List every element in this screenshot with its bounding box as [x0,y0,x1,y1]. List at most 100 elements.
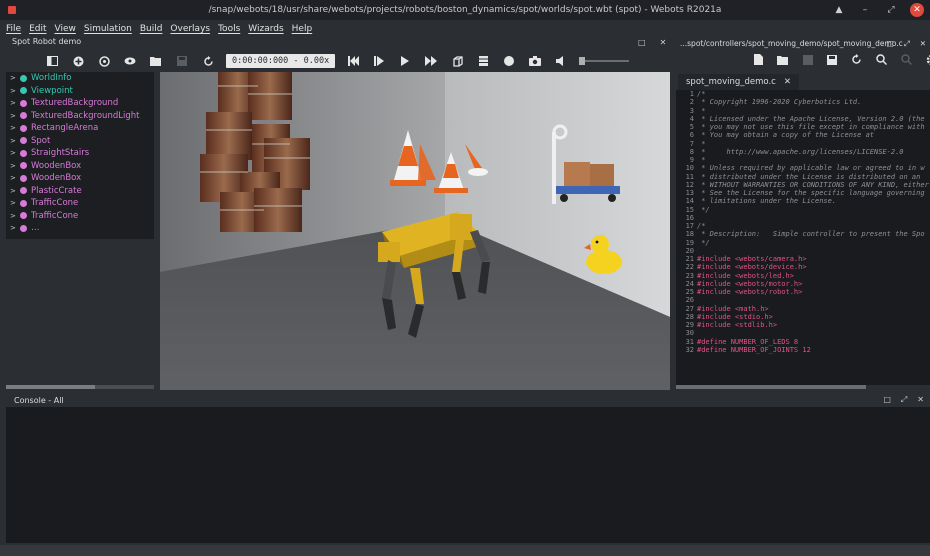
console-output[interactable] [6,407,930,543]
revert-icon[interactable] [851,54,862,68]
expand-arrow-icon[interactable]: > [10,137,18,145]
console-close-button[interactable]: ✕ [917,395,924,405]
expand-arrow-icon[interactable]: > [10,224,18,232]
scene-tree-item[interactable]: > Spot [6,135,154,148]
toggle-scene-tree-icon[interactable] [44,53,60,69]
scene-tree-item[interactable]: > WoodenBox [6,172,154,185]
menu-edit[interactable]: Edit [29,24,46,34]
add-node-icon[interactable] [70,53,86,69]
expand-arrow-icon[interactable]: > [10,112,18,120]
editor-hscrollbar[interactable] [676,385,930,389]
line-number: 14 [685,197,694,206]
scene-tree-item[interactable]: >… [6,222,154,235]
scene-tree-item[interactable]: > TexturedBackground [6,97,154,110]
expand-arrow-icon[interactable]: > [10,162,18,170]
menu-wizards[interactable]: Wizards [248,24,283,34]
open-world-icon[interactable] [148,53,164,69]
line-number: 7 [689,139,694,148]
scene-tree-item[interactable]: > TrafficCone [6,210,154,223]
editor-float-button[interactable]: □ [887,39,894,49]
play-icon[interactable] [397,53,413,69]
node-dot-icon [20,74,27,82]
editor-maximize-button[interactable]: ⤢ [904,39,910,49]
record-icon[interactable] [501,53,517,69]
reset-simulation-icon[interactable] [345,53,361,69]
expand-arrow-icon[interactable]: > [10,187,18,195]
expand-arrow-icon[interactable]: > [10,99,18,107]
line-number: 20 [685,246,694,255]
menu-tools[interactable]: Tools [218,24,240,34]
scene-tree[interactable]: > WorldInfo > Viewpoint > TexturedBackground >… [6,72,154,239]
code-text: * See the License for the specific langu… [697,189,925,197]
scene-tree-item-label: Spot [31,135,51,146]
scene-tree-item-label: RectangleArena [31,123,99,134]
scene-tree-scrollbar[interactable] [6,385,154,389]
open-file-icon[interactable] [777,55,789,68]
menu-overlays[interactable]: Overlays [170,24,210,34]
scene-tree-item[interactable]: > Viewpoint [6,85,154,98]
projection-icon[interactable] [449,53,465,69]
expand-arrow-icon[interactable]: > [10,199,18,207]
3d-viewport[interactable] [160,72,670,390]
screenshot-camera-icon[interactable] [527,53,543,69]
new-file-icon[interactable] [754,54,763,68]
code-editor[interactable]: 1/* 2 * Copyright 1996-2020 Cyberbotics L… [676,90,930,385]
volume-icon[interactable] [553,53,569,69]
save-world-icon[interactable] [174,53,190,69]
expand-arrow-icon[interactable]: > [10,124,18,132]
find-icon[interactable] [876,54,888,68]
expand-arrow-icon[interactable]: > [10,174,18,182]
menu-view[interactable]: View [55,24,76,34]
menu-help[interactable]: Help [292,24,313,34]
code-text: * limitations under the License. [697,197,837,206]
menu-simulation[interactable]: Simulation [84,24,132,34]
line-number: 5 [689,123,694,131]
console-float-button[interactable]: □ [883,395,891,405]
view3d-float-button[interactable]: □ [638,38,646,47]
code-text: * WITHOUT WARRANTIES OR CONDITIONS OF AN… [697,180,929,189]
expand-arrow-icon[interactable]: > [10,87,18,95]
line-number: 21 [685,255,694,263]
node-dot-icon [20,87,27,95]
expand-arrow-icon[interactable]: > [10,74,18,82]
step-icon[interactable] [371,53,387,69]
minimize-button[interactable]: – [858,3,872,17]
rendering-icon[interactable] [475,53,491,69]
window-menu-button[interactable]: ▲ [832,3,846,17]
eye-icon[interactable] [122,53,138,69]
close-button[interactable]: ✕ [910,3,924,17]
editor-close-button[interactable]: ✕ [920,39,926,49]
scene-tree-item[interactable]: > PlasticCrate [6,185,154,198]
code-line: 14 * limitations under the License. [676,197,930,205]
maximize-button[interactable]: ⤢ [884,3,898,17]
fast-forward-icon[interactable] [423,53,439,69]
build-gear-icon[interactable] [926,54,930,69]
replace-icon[interactable] [901,54,913,68]
line-number: 22 [685,263,694,272]
code-line: 22 #include <webots/device.h> [676,263,930,271]
save-file-icon[interactable] [803,54,813,68]
code-line: 12 * WITHOUT WARRANTIES OR CONDITIONS OF… [676,181,930,189]
reload-world-icon[interactable] [200,53,216,69]
scene-tree-item[interactable]: > TrafficCone [6,197,154,210]
scene-tree-item[interactable]: > RectangleArena [6,122,154,135]
console-maximize-button[interactable]: ⤢ [901,395,907,405]
scene-tree-item-label: WorldInfo [31,73,72,84]
view3d-close-button[interactable]: ✕ [660,38,667,47]
scene-tree-item[interactable]: > TexturedBackgroundLight [6,110,154,123]
scene-tree-item[interactable]: > WorldInfo [6,72,154,85]
scene-tree-item[interactable]: > WoodenBox [6,160,154,173]
expand-arrow-icon[interactable]: > [10,212,18,220]
editor-tabbar: spot_moving_demo.c ✕ [676,72,930,90]
save-all-icon[interactable] [827,54,837,68]
volume-slider[interactable] [579,57,630,65]
export-icon[interactable] [96,53,112,69]
editor-tab[interactable]: spot_moving_demo.c ✕ [678,74,799,90]
menu-file[interactable]: File [6,24,21,34]
code-line: 10 * Unless required by applicable law o… [676,164,930,172]
scene-tree-item[interactable]: > StraightStairs [6,147,154,160]
code-text: #include <math.h> [697,304,769,313]
expand-arrow-icon[interactable]: > [10,149,18,157]
menu-build[interactable]: Build [140,24,163,34]
editor-tab-close-icon[interactable]: ✕ [784,77,791,87]
